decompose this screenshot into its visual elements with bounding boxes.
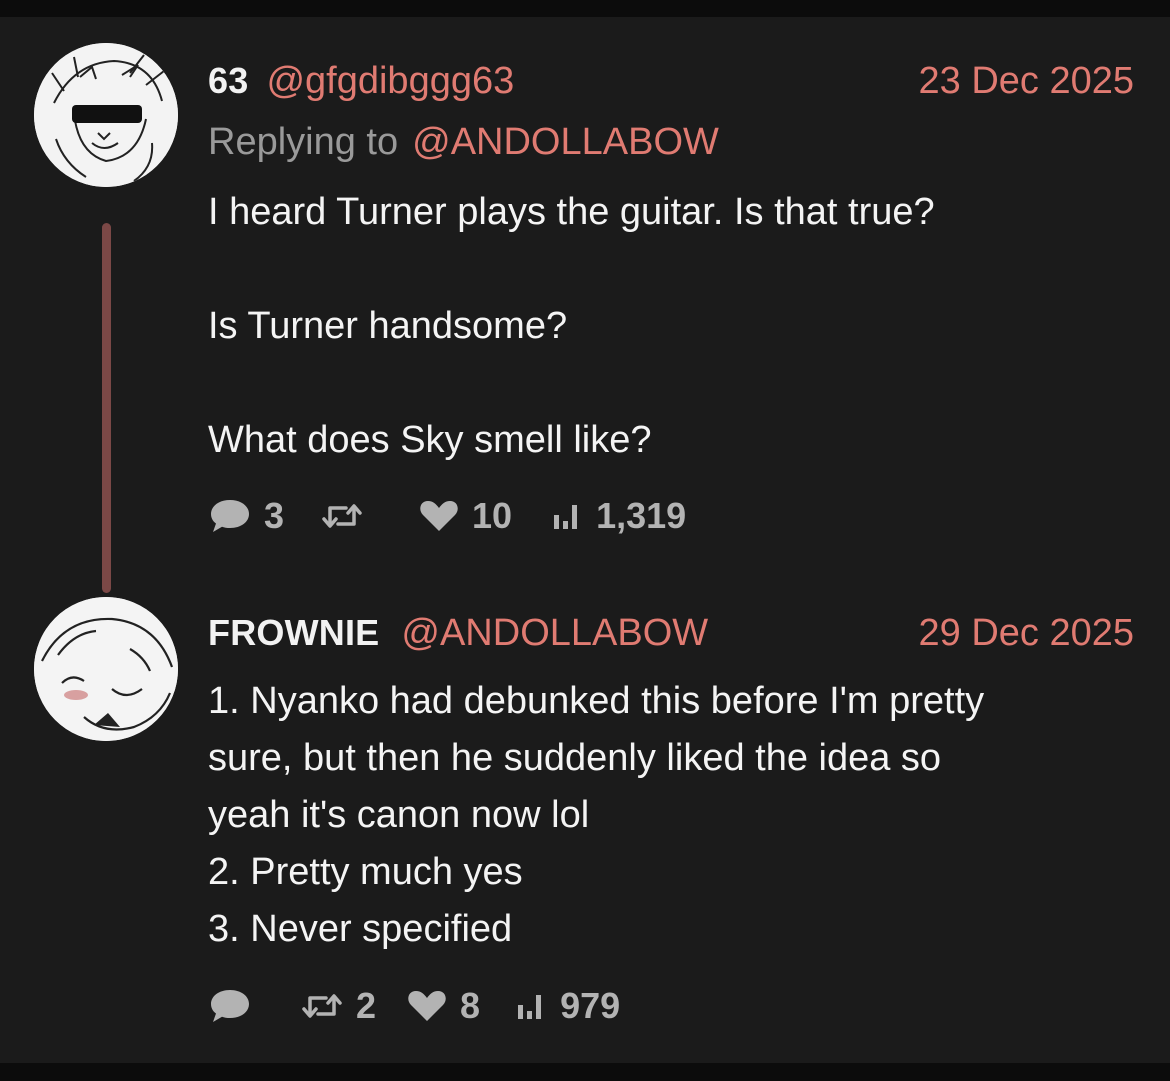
post-text: 1. Nyanko had debunked this before I'm p… bbox=[208, 680, 985, 950]
thread-connector-line bbox=[102, 223, 111, 593]
replying-to: Replying to @ANDOLLABOW bbox=[208, 119, 719, 165]
views-icon[interactable] bbox=[552, 501, 584, 531]
post-date[interactable]: 29 Dec 2025 bbox=[919, 612, 1135, 655]
view-count: 979 bbox=[560, 985, 621, 1026]
repost-icon[interactable] bbox=[300, 989, 344, 1023]
post-actions: 3 10 1,319 bbox=[208, 494, 686, 538]
heart-icon[interactable] bbox=[418, 498, 460, 534]
post-actions: 2 8 979 bbox=[208, 984, 620, 1028]
heart-icon[interactable] bbox=[406, 988, 448, 1024]
post-date[interactable]: 23 Dec 2025 bbox=[919, 60, 1135, 103]
comment-icon[interactable] bbox=[208, 496, 252, 536]
user-handle[interactable]: @gfgdibggg63 bbox=[266, 60, 514, 103]
display-name[interactable]: FROWNIE bbox=[208, 612, 379, 654]
replying-label: Replying to bbox=[208, 120, 399, 163]
post-text: I heard Turner plays the guitar. Is that… bbox=[208, 191, 935, 461]
like-count: 10 bbox=[472, 495, 513, 536]
replying-handle[interactable]: @ANDOLLABOW bbox=[412, 121, 719, 164]
display-name[interactable]: 63 bbox=[208, 60, 248, 102]
views-icon[interactable] bbox=[516, 991, 548, 1021]
avatar[interactable] bbox=[34, 43, 178, 187]
user-handle[interactable]: @ANDOLLABOW bbox=[401, 612, 708, 655]
like-count: 8 bbox=[460, 985, 481, 1026]
repost-icon[interactable] bbox=[320, 499, 364, 533]
post-header: 63 @gfgdibggg63 23 Dec 2025 bbox=[208, 58, 1134, 104]
repost-count: 2 bbox=[356, 985, 377, 1026]
view-count: 1,319 bbox=[596, 495, 687, 536]
comment-icon[interactable] bbox=[208, 986, 252, 1026]
post-header: FROWNIE @ANDOLLABOW 29 Dec 2025 bbox=[208, 610, 1134, 656]
avatar[interactable] bbox=[34, 597, 178, 741]
reply-count: 3 bbox=[264, 495, 285, 536]
